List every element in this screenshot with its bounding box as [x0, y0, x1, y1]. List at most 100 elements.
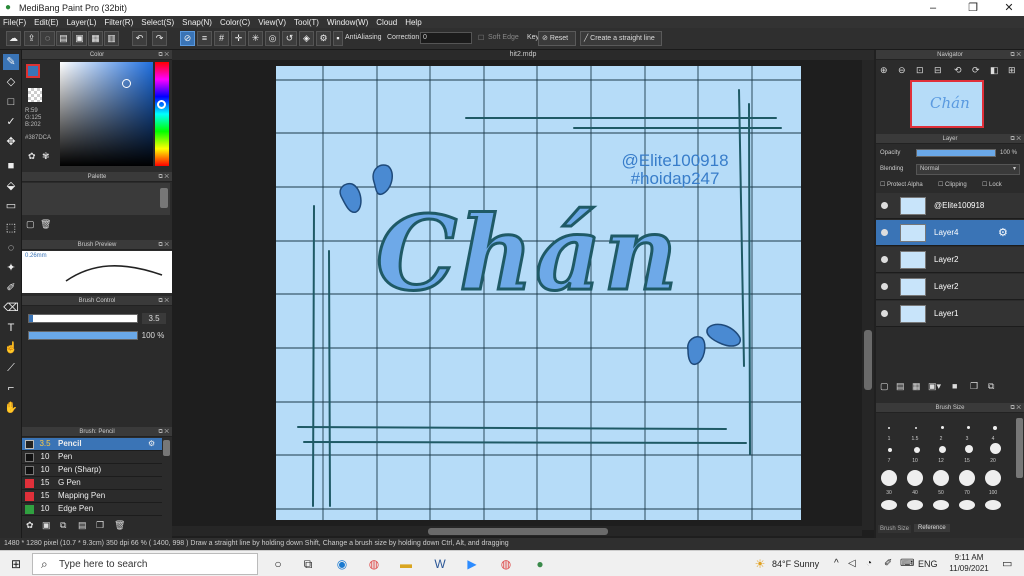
- menu-edit[interactable]: Edit(E): [34, 18, 58, 27]
- menu-cloud[interactable]: Cloud: [376, 18, 397, 27]
- eyedropper-tool-icon[interactable]: ⌐: [3, 380, 19, 396]
- brush-size-dot[interactable]: [965, 445, 973, 453]
- layer-settings-icon[interactable]: ⚙: [998, 226, 1008, 239]
- select-eraser-tool-icon[interactable]: ⌫: [3, 300, 19, 316]
- brush-item-pencil[interactable]: 3.5 Pencil ⚙: [22, 438, 162, 451]
- brush-size-scrollbar[interactable]: [1016, 418, 1023, 478]
- minimize-icon[interactable]: –: [918, 0, 948, 16]
- brush-size-dot[interactable]: [933, 500, 949, 510]
- layer-row[interactable]: Layer2: [876, 274, 1024, 300]
- layer-row[interactable]: Layer1: [876, 301, 1024, 327]
- image-icon[interactable]: ▦: [88, 31, 103, 46]
- language-indicator[interactable]: ENG: [918, 559, 938, 569]
- volume-icon[interactable]: ◁: [848, 558, 856, 569]
- chrome-icon[interactable]: ◍: [366, 556, 382, 572]
- chrome-profile-icon[interactable]: ◍: [498, 556, 514, 572]
- palette-scrollbar[interactable]: [160, 188, 168, 208]
- grid-snap-icon[interactable]: #: [214, 31, 229, 46]
- frame-icon[interactable]: ▣: [72, 31, 87, 46]
- antialias-checkbox[interactable]: ▪: [333, 31, 343, 46]
- brush-duplicate-icon[interactable]: ⧉: [60, 520, 66, 531]
- bucket-tool-icon[interactable]: ⬙: [3, 178, 19, 194]
- zoom-in-icon[interactable]: ⊕: [880, 65, 888, 76]
- brush-size-value[interactable]: 3.5: [142, 313, 166, 324]
- rotate-right-icon[interactable]: ⟳: [972, 65, 980, 76]
- layer-menu-icon[interactable]: ▣▾: [928, 381, 941, 392]
- dot-tool-icon[interactable]: ✓: [3, 114, 19, 130]
- task-view-icon[interactable]: ⧉: [300, 556, 316, 572]
- menu-file[interactable]: File(F): [3, 18, 26, 27]
- layer-row-selected[interactable]: Layer4 ⚙: [876, 220, 1024, 246]
- wifi-icon[interactable]: ◔: [866, 558, 872, 569]
- weather-icon[interactable]: ☀: [752, 556, 768, 572]
- eye-icon[interactable]: [881, 229, 888, 236]
- brush-size-dot[interactable]: [881, 470, 897, 486]
- canvas-tab[interactable]: hit2.mdp: [172, 50, 874, 60]
- delete-palette-icon[interactable]: 🗑: [40, 219, 51, 230]
- brush-item-g-pen[interactable]: 15 G Pen: [22, 477, 162, 490]
- menu-tool[interactable]: Tool(T): [294, 18, 319, 27]
- brush-size-dot[interactable]: [959, 500, 975, 510]
- hue-slider[interactable]: [155, 62, 169, 166]
- snap-off-icon[interactable]: ⊘: [180, 31, 195, 46]
- comment-icon[interactable]: ◌: [40, 31, 55, 46]
- brush-size-dot[interactable]: [967, 426, 970, 429]
- menu-select[interactable]: Select(S): [141, 18, 174, 27]
- brush-size-dot[interactable]: [941, 426, 944, 429]
- layer-folder-icon[interactable]: ■: [952, 381, 957, 391]
- crosshair-snap-icon[interactable]: ✛: [231, 31, 246, 46]
- brush-list-scrollbar[interactable]: [163, 440, 170, 456]
- select-pen-tool-icon[interactable]: ✐: [3, 280, 19, 296]
- brush-folder-icon[interactable]: ▤: [78, 520, 87, 531]
- tab-reference[interactable]: Reference: [914, 524, 950, 532]
- brush-copy-icon[interactable]: ❐: [96, 520, 104, 531]
- menu-view[interactable]: View(V): [258, 18, 286, 27]
- brush-item-mapping-pen[interactable]: 15 Mapping Pen: [22, 490, 162, 503]
- menu-window[interactable]: Window(W): [327, 18, 368, 27]
- undo-icon[interactable]: ↶: [132, 31, 147, 46]
- brush-size-dot[interactable]: [881, 500, 897, 510]
- brush-size-dot[interactable]: [933, 470, 949, 486]
- menu-filter[interactable]: Filter(R): [104, 18, 133, 27]
- vertical-scrollbar-track[interactable]: [862, 60, 874, 530]
- blending-select[interactable]: Normal ▾: [916, 164, 1020, 175]
- maximize-icon[interactable]: ❐: [958, 0, 988, 16]
- redo-icon[interactable]: ↷: [152, 31, 167, 46]
- navigator-thumbnail[interactable]: Chán: [910, 80, 984, 128]
- brush-item-edge-pen[interactable]: 10 Edge Pen: [22, 503, 162, 516]
- add-brush-icon[interactable]: ✿: [26, 520, 34, 531]
- file-explorer-icon[interactable]: ▬: [398, 556, 414, 572]
- save-icon[interactable]: ▥: [104, 31, 119, 46]
- brush-size-dot[interactable]: [888, 448, 892, 452]
- brush-size-dot[interactable]: [985, 500, 1001, 510]
- color-saturation-field[interactable]: [60, 62, 153, 166]
- radial-snap-icon[interactable]: ✳: [248, 31, 263, 46]
- lock-checkbox[interactable]: ☐ Lock: [982, 181, 1002, 188]
- notification-icon[interactable]: ▭: [1002, 557, 1012, 570]
- curve-snap-icon[interactable]: ↺: [282, 31, 297, 46]
- brush-opacity-value[interactable]: 100 %: [138, 330, 168, 341]
- brush-size-dot[interactable]: [888, 427, 890, 429]
- tab-brush-size[interactable]: Brush Size: [878, 525, 912, 533]
- cortana-icon[interactable]: ○: [270, 556, 286, 572]
- soft-edge-checkbox[interactable]: ☐: [478, 34, 484, 42]
- zoom-fit-icon[interactable]: ⊡: [916, 65, 924, 76]
- panel-close-icon[interactable]: ⧉ ✕: [158, 427, 169, 437]
- menu-layer[interactable]: Layer(L): [67, 18, 97, 27]
- text-tool-icon[interactable]: ▤: [56, 31, 71, 46]
- drawing-canvas[interactable]: @Elite100918 #hoidap247 Chán: [276, 66, 801, 520]
- color-picker-cursor[interactable]: [122, 79, 131, 88]
- edge-icon[interactable]: ◉: [334, 556, 350, 572]
- brush-delete-icon[interactable]: 🗑: [114, 520, 125, 531]
- layer-row[interactable]: @Elite100918: [876, 193, 1024, 219]
- perspective-snap-icon[interactable]: ◈: [299, 31, 314, 46]
- brush-settings-icon[interactable]: ⚙: [148, 438, 155, 450]
- new-halftone-layer-icon[interactable]: ▤: [896, 381, 905, 392]
- pen-icon[interactable]: ✐: [884, 558, 892, 569]
- panel-close-icon[interactable]: ⧉ ✕: [158, 172, 169, 182]
- parallel-snap-icon[interactable]: ≡: [197, 31, 212, 46]
- new-layer-icon[interactable]: ▢: [880, 381, 889, 392]
- operation-tool-icon[interactable]: ☝: [3, 340, 19, 356]
- taskbar-search-box[interactable]: ⌕ Type here to search: [32, 553, 258, 575]
- brush-tool-icon[interactable]: ✎: [3, 54, 19, 70]
